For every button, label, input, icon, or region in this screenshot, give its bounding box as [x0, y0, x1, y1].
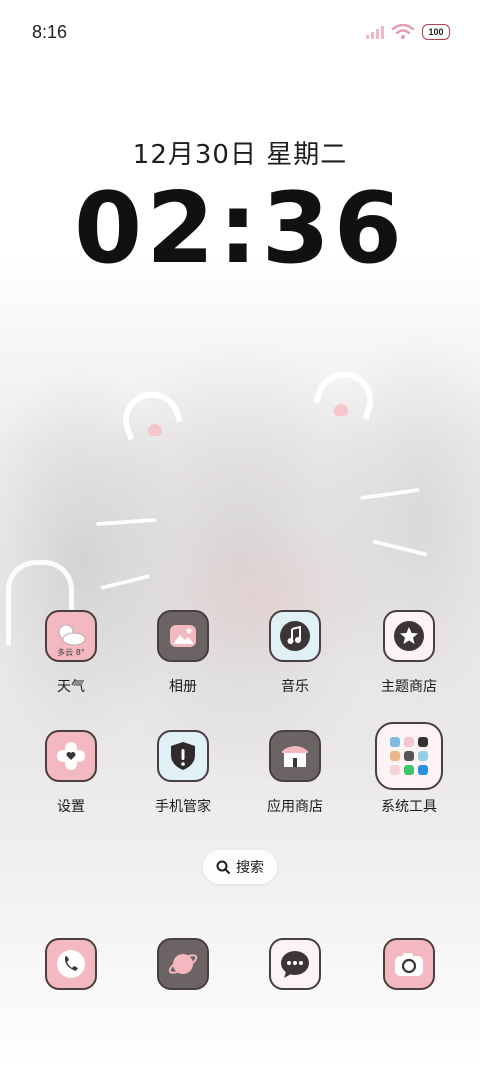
- folder-app-icon: [390, 737, 400, 747]
- folder-app-icon: [390, 765, 400, 775]
- app-app-store[interactable]: 应用商店: [240, 730, 350, 816]
- folder-preview-grid: [390, 737, 428, 775]
- music-note-icon: [269, 610, 321, 662]
- whisker-doodle: [100, 574, 150, 590]
- app-label: 系统工具: [381, 799, 437, 815]
- weather-widget-text: 多云 8°: [57, 648, 85, 657]
- dock-messages[interactable]: [240, 938, 350, 990]
- search-icon: [216, 860, 230, 874]
- folder-app-icon: [404, 765, 414, 775]
- search-button[interactable]: 搜索: [203, 850, 277, 884]
- app-label: 主题商店: [381, 679, 437, 695]
- clock-widget[interactable]: 02:36: [0, 172, 480, 286]
- whisker-doodle: [95, 517, 157, 527]
- system-tools-folder-icon: [375, 722, 443, 790]
- app-store-shop-icon: [269, 730, 321, 782]
- dock: [0, 938, 480, 998]
- camera-icon: [383, 938, 435, 990]
- app-label: 相册: [169, 679, 197, 695]
- battery-icon: 100: [422, 24, 450, 40]
- app-label: 设置: [57, 799, 85, 815]
- app-label: 手机管家: [155, 799, 211, 815]
- status-bar: 8:16 100: [0, 0, 480, 68]
- phone-manager-shield-icon: [157, 730, 209, 782]
- dock-phone[interactable]: [16, 938, 126, 990]
- app-weather[interactable]: 多云 8° 天气: [16, 610, 126, 696]
- app-system-tools-folder[interactable]: 系统工具: [354, 722, 464, 816]
- folder-app-icon: [390, 751, 400, 761]
- date-text: 12月30日 星期二: [132, 140, 348, 170]
- app-label: 音乐: [281, 679, 309, 695]
- search-label: 搜索: [236, 860, 264, 876]
- folder-app-icon: [418, 751, 428, 761]
- folder-app-icon: [404, 751, 414, 761]
- folder-app-icon: [404, 737, 414, 747]
- whisker-doodle: [360, 487, 420, 501]
- heart-doodle: [148, 424, 162, 436]
- weather-icon: 多云 8°: [45, 610, 97, 662]
- app-gallery[interactable]: 相册: [128, 610, 238, 696]
- app-theme-store[interactable]: 主题商店: [354, 610, 464, 696]
- folder-app-icon: [418, 765, 428, 775]
- messages-icon: [269, 938, 321, 990]
- whisker-doodle: [372, 539, 428, 557]
- photo-gallery-icon: [157, 610, 209, 662]
- battery-level: 100: [428, 27, 444, 37]
- browser-planet-icon: [157, 938, 209, 990]
- app-label: 天气: [57, 679, 85, 695]
- app-music[interactable]: 音乐: [240, 610, 350, 696]
- cellular-signal-icon: [366, 26, 384, 39]
- theme-store-star-icon: [383, 610, 435, 662]
- status-icons: 100: [366, 24, 450, 40]
- status-time: 8:16: [32, 22, 68, 42]
- wifi-icon: [392, 24, 414, 39]
- app-label: 应用商店: [267, 799, 323, 815]
- settings-heart-icon: [45, 730, 97, 782]
- phone-icon: [45, 938, 97, 990]
- heart-doodle: [334, 404, 348, 416]
- app-phone-manager[interactable]: 手机管家: [128, 730, 238, 816]
- app-settings[interactable]: 设置: [16, 730, 126, 816]
- dock-browser[interactable]: [128, 938, 238, 990]
- folder-app-icon: [418, 737, 428, 747]
- dock-camera[interactable]: [354, 938, 464, 990]
